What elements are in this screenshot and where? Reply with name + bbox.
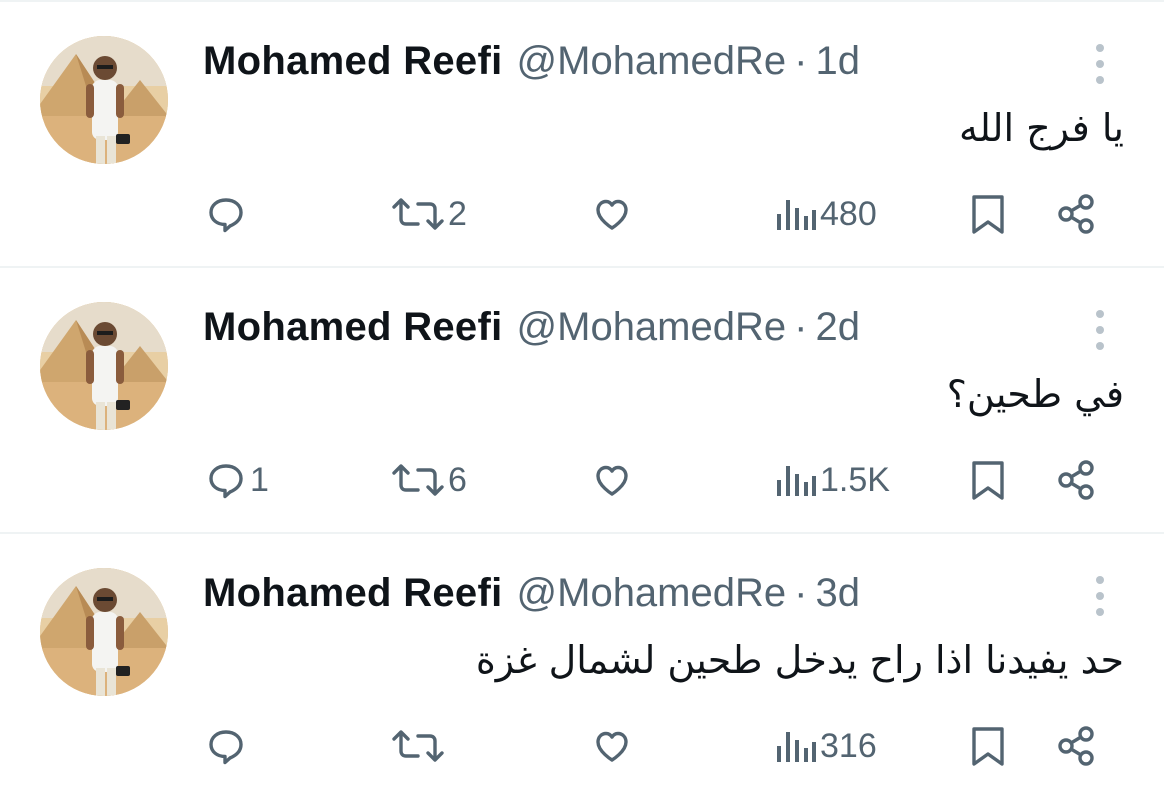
display-name[interactable]: Mohamed Reefi bbox=[203, 305, 503, 349]
retweet-button[interactable]: 6 bbox=[390, 458, 467, 502]
reply-icon bbox=[209, 730, 243, 765]
like-button[interactable] bbox=[590, 458, 636, 502]
display-name[interactable]: Mohamed Reefi bbox=[203, 39, 503, 83]
share-button[interactable] bbox=[1056, 724, 1100, 768]
views-button[interactable]: 316 bbox=[772, 724, 877, 768]
bookmark-button[interactable] bbox=[968, 724, 1008, 768]
bookmark-button[interactable] bbox=[968, 192, 1008, 236]
separator-dot: · bbox=[794, 571, 808, 615]
tweet-actions: 1 6 1.5K bbox=[0, 450, 1164, 510]
retweet-icon bbox=[392, 198, 444, 230]
heart-icon bbox=[596, 465, 628, 496]
timestamp[interactable]: 1d bbox=[815, 39, 860, 83]
like-button[interactable] bbox=[590, 192, 636, 236]
views-icon bbox=[777, 200, 816, 230]
separator-dot: · bbox=[794, 305, 808, 349]
tweet-header: Mohamed Reefi @MohamedRe · 1d bbox=[203, 36, 860, 86]
tweet-text: يا فرج الله bbox=[958, 106, 1124, 150]
avatar[interactable] bbox=[40, 36, 168, 164]
view-count: 316 bbox=[820, 726, 877, 765]
views-button[interactable]: 480 bbox=[772, 192, 877, 236]
retweet-icon bbox=[392, 730, 444, 762]
timestamp[interactable]: 3d bbox=[815, 571, 860, 615]
reply-icon bbox=[209, 464, 243, 499]
retweet-button[interactable]: 2 bbox=[390, 192, 467, 236]
bookmark-icon bbox=[972, 461, 1004, 500]
view-count: 480 bbox=[820, 194, 877, 233]
bookmark-button[interactable] bbox=[968, 458, 1008, 502]
user-handle[interactable]: @MohamedRe bbox=[517, 39, 787, 83]
tweet-text: في طحين؟ bbox=[946, 372, 1124, 416]
views-icon bbox=[777, 732, 816, 762]
more-options-icon[interactable] bbox=[1088, 308, 1112, 352]
heart-icon bbox=[596, 731, 628, 762]
tweet-header: Mohamed Reefi @MohamedRe · 3d bbox=[203, 568, 860, 618]
tweet-1[interactable]: Mohamed Reefi @MohamedRe · 1d يا فرج الله 2… bbox=[0, 2, 1164, 268]
views-icon bbox=[777, 466, 816, 496]
user-handle[interactable]: @MohamedRe bbox=[517, 571, 787, 615]
tweet-3[interactable]: Mohamed Reefi @MohamedRe · 3d حد يفيدنا اذا… bbox=[0, 534, 1164, 800]
share-icon bbox=[1058, 726, 1094, 766]
retweet-button[interactable] bbox=[390, 724, 448, 768]
avatar[interactable] bbox=[40, 568, 168, 696]
reply-button[interactable]: 1 bbox=[204, 458, 269, 502]
display-name[interactable]: Mohamed Reefi bbox=[203, 571, 503, 615]
retweet-count: 6 bbox=[448, 460, 467, 499]
tweet-2[interactable]: Mohamed Reefi @MohamedRe · 2d في طحين؟ 1 6 … bbox=[0, 268, 1164, 534]
tweet-header: Mohamed Reefi @MohamedRe · 2d bbox=[203, 302, 860, 352]
share-icon bbox=[1058, 460, 1094, 500]
share-icon bbox=[1058, 194, 1094, 234]
separator-dot: · bbox=[794, 39, 808, 83]
reply-icon bbox=[209, 198, 243, 233]
bookmark-icon bbox=[972, 195, 1004, 234]
share-button[interactable] bbox=[1056, 192, 1100, 236]
view-count: 1.5K bbox=[820, 460, 890, 499]
reply-button[interactable] bbox=[204, 192, 250, 236]
retweet-icon bbox=[392, 464, 444, 496]
user-handle[interactable]: @MohamedRe bbox=[517, 305, 787, 349]
retweet-count: 2 bbox=[448, 194, 467, 233]
heart-icon bbox=[596, 199, 628, 230]
tweet-actions: 2 480 bbox=[0, 184, 1164, 244]
bookmark-icon bbox=[972, 727, 1004, 766]
reply-count: 1 bbox=[250, 460, 269, 499]
reply-button[interactable] bbox=[204, 724, 250, 768]
share-button[interactable] bbox=[1056, 458, 1100, 502]
tweet-actions: 316 bbox=[0, 716, 1164, 776]
like-button[interactable] bbox=[590, 724, 636, 768]
more-options-icon[interactable] bbox=[1088, 42, 1112, 86]
tweet-text: حد يفيدنا اذا راح يدخل طحين لشمال غزة bbox=[475, 638, 1124, 682]
timestamp[interactable]: 2d bbox=[815, 305, 860, 349]
views-button[interactable]: 1.5K bbox=[772, 458, 890, 502]
more-options-icon[interactable] bbox=[1088, 574, 1112, 618]
avatar[interactable] bbox=[40, 302, 168, 430]
